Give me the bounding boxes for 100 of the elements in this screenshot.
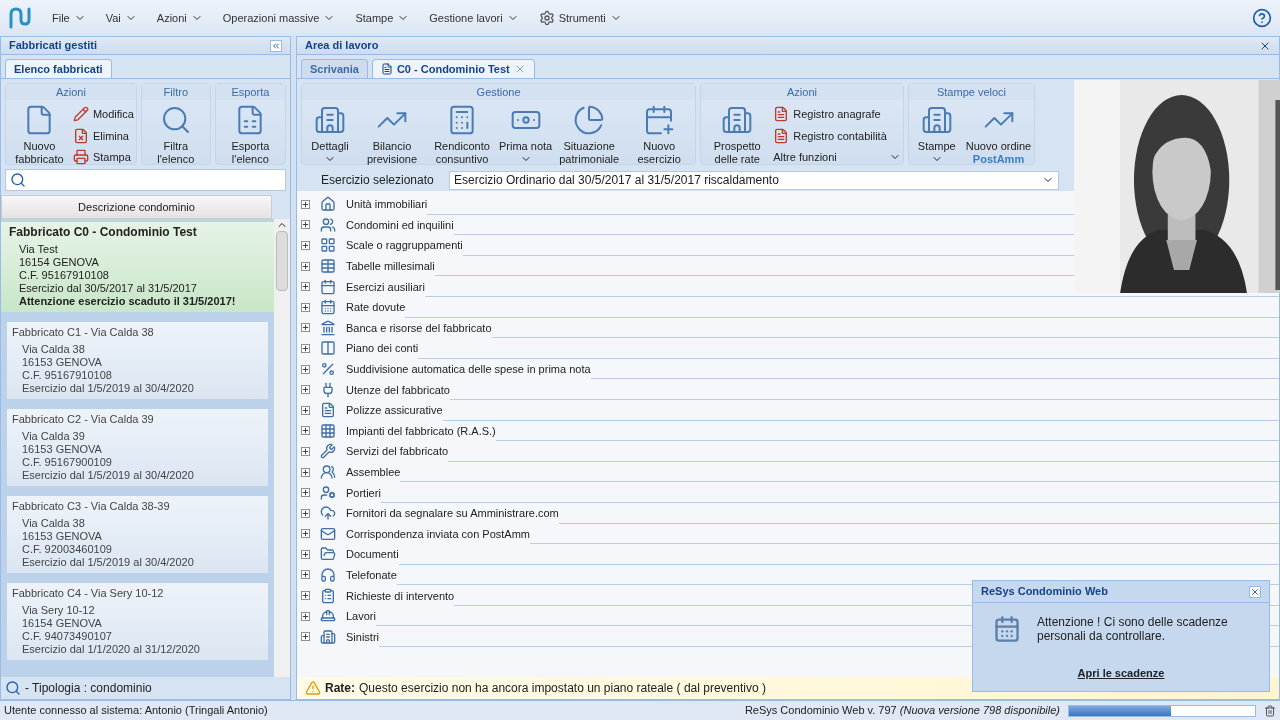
ribbon-button[interactable]: Stampe bbox=[910, 104, 963, 165]
tree-row[interactable]: Rate dovute bbox=[301, 298, 406, 317]
expand-icon[interactable] bbox=[301, 632, 310, 642]
collapse-icon[interactable] bbox=[270, 39, 282, 52]
menu-item[interactable]: Vai bbox=[97, 9, 145, 27]
ribbon-button[interactable]: Nuovo ordine PostAmm bbox=[964, 104, 1033, 166]
ribbon-button[interactable]: Esporta l'elenco bbox=[217, 104, 283, 166]
expand-icon[interactable] bbox=[301, 467, 310, 477]
tree-row[interactable]: Esercizi ausiliari bbox=[301, 277, 425, 296]
building-detail: 16154 GENOVA bbox=[21, 617, 103, 630]
ribbon-button[interactable]: Rendiconto consuntivo bbox=[428, 104, 496, 166]
menu-item[interactable]: Azioni bbox=[148, 9, 211, 27]
settings-icon bbox=[538, 10, 555, 26]
tree-row[interactable]: Richieste di intervento bbox=[301, 586, 455, 605]
ribbon-button[interactable]: Dettagli bbox=[304, 104, 356, 165]
tree-row[interactable]: Fornitori da segnalare su Amministrare.com bbox=[301, 504, 559, 523]
ribbon-button[interactable]: Nuovo fabbricato bbox=[8, 104, 71, 166]
expand-icon[interactable] bbox=[301, 323, 310, 333]
ribbon-small-button[interactable]: Stampa bbox=[72, 149, 134, 166]
scrollbar-thumb[interactable] bbox=[276, 231, 288, 291]
ribbon-button[interactable]: Nuovo esercizio bbox=[625, 104, 694, 166]
building-card[interactable]: Fabbricato C4 - Via Sery 10-12 Via Sery 10-12 16154 GENOVA C.F. 94073490107 Esercizio dal 1/1/2020 al 31/12/2020 bbox=[7, 583, 268, 660]
expand-icon[interactable] bbox=[301, 611, 310, 621]
tab[interactable]: C0 - Condominio Test bbox=[371, 59, 535, 78]
building-detail: C.F. 95167910108 bbox=[21, 369, 113, 382]
expand-icon[interactable] bbox=[301, 529, 310, 539]
expand-icon[interactable] bbox=[301, 364, 310, 374]
building-detail: Esercizio dal 1/5/2019 al 30/4/2020 bbox=[21, 556, 195, 569]
expand-icon[interactable] bbox=[301, 282, 310, 292]
expand-icon[interactable] bbox=[301, 591, 310, 601]
warning-text: Questo esercizio non ha ancora impostato un piano rateale ( dal preventivo ) bbox=[359, 680, 766, 697]
expand-icon[interactable] bbox=[301, 508, 310, 518]
popup-title: ReSys Condominio Web bbox=[981, 584, 1108, 600]
tab[interactable]: Elenco fabbricati bbox=[5, 59, 112, 78]
tree-row[interactable]: Tabelle millesimali bbox=[301, 257, 435, 276]
headset-icon bbox=[320, 567, 336, 583]
tree-row[interactable]: Servizi del fabbricato bbox=[301, 442, 449, 461]
expand-icon[interactable] bbox=[301, 220, 310, 230]
building-card[interactable]: Fabbricato C3 - Via Calda 38-39 Via Calda 38 16153 GENOVA C.F. 92003460109 Esercizio dal 1/5/2019 al 30/4/2020 bbox=[7, 496, 268, 573]
expand-icon[interactable] bbox=[301, 446, 310, 456]
menu-item[interactable]: Gestione lavori bbox=[421, 9, 527, 27]
tree-row[interactable]: Polizze assicurative bbox=[301, 401, 443, 420]
tree-row[interactable]: Sinistri bbox=[301, 627, 379, 646]
expand-icon[interactable] bbox=[301, 405, 310, 415]
expand-icon[interactable] bbox=[301, 385, 310, 395]
tree-row[interactable]: Condomini ed inquilini bbox=[301, 215, 454, 234]
expand-icon[interactable] bbox=[301, 549, 310, 559]
trash-icon[interactable] bbox=[1264, 704, 1276, 717]
search-field[interactable] bbox=[5, 169, 286, 191]
building-card[interactable]: Fabbricato C1 - Via Calda 38 Via Calda 38 16153 GENOVA C.F. 95167910108 Esercizio dal 1/5/2019 al 30/4/2020 bbox=[7, 322, 268, 399]
tree-row[interactable]: Scale o raggruppamenti bbox=[301, 236, 463, 255]
building-title: Fabbricato C4 - Via Sery 10-12 bbox=[12, 587, 165, 600]
ribbon-button[interactable]: Prima nota bbox=[498, 104, 554, 165]
expand-icon[interactable] bbox=[301, 261, 310, 271]
ribbon-small-button[interactable]: Modifica bbox=[72, 106, 134, 123]
scrollbar[interactable] bbox=[274, 219, 290, 677]
tree-row[interactable]: Suddivisione automatica delle spese in prima nota bbox=[301, 360, 591, 379]
building-card[interactable]: Fabbricato C2 - Via Calda 39 Via Calda 39 16153 GENOVA C.F. 95167900109 Esercizio dal 1/5/2019 al 30/4/2020 bbox=[7, 409, 268, 486]
expand-icon[interactable] bbox=[301, 570, 310, 580]
tree-row[interactable]: Telefonate bbox=[301, 566, 397, 584]
tree-row[interactable]: Banca e risorse del fabbricato bbox=[301, 318, 492, 337]
ribbon-button[interactable]: Situazione patrimoniale bbox=[555, 104, 624, 166]
exercise-select[interactable]: Esercizio Ordinario dal 30/5/2017 al 31/5/2017 riscaldamento bbox=[449, 170, 1059, 190]
open-deadlines-link[interactable]: Apri le scadenze bbox=[1077, 664, 1165, 681]
menu-item[interactable]: File bbox=[44, 9, 94, 27]
close-icon[interactable] bbox=[1249, 585, 1261, 598]
menu-item[interactable]: Strumenti bbox=[530, 9, 630, 27]
building-detail: Via Calda 38 bbox=[21, 343, 86, 356]
building-detail: Esercizio dal 1/1/2020 al 31/12/2020 bbox=[21, 643, 201, 656]
ribbon-button[interactable]: Prospetto delle rate bbox=[703, 104, 772, 166]
menu-item[interactable]: Stampe bbox=[347, 9, 418, 27]
tree-row[interactable]: Corrispondenza inviata con PostAmm bbox=[301, 524, 531, 543]
expand-icon[interactable] bbox=[301, 488, 310, 498]
table-icon bbox=[320, 258, 336, 275]
expand-icon[interactable] bbox=[301, 241, 310, 250]
tree-row[interactable]: Impianti del fabbricato (R.A.S.) bbox=[301, 421, 496, 440]
building-card[interactable]: Fabbricato C0 - Condominio Test Via Test 16154 GENOVA C.F. 95167910108 Esercizio dal 30/5/2017 al 31/5/2017 Attenzione esercizio scaduto il 31/5/2017! bbox=[1, 222, 274, 312]
ribbon-small-button[interactable]: Elimina bbox=[72, 127, 134, 144]
group-title: Esporta bbox=[215, 84, 285, 100]
ribbon-small-button[interactable]: Registro anagrafe bbox=[773, 106, 901, 123]
tree-row[interactable]: Documenti bbox=[301, 545, 399, 564]
tab[interactable]: Scrivania bbox=[301, 59, 368, 78]
menu-item[interactable]: Operazioni massive bbox=[214, 9, 344, 27]
tree-row[interactable]: Utenze del fabbricato bbox=[301, 380, 450, 399]
tree-row[interactable]: Lavori bbox=[301, 607, 376, 626]
help-icon[interactable] bbox=[1252, 8, 1272, 28]
column-header[interactable]: Descrizione condominio bbox=[1, 195, 272, 219]
tree-row[interactable]: Assemblee bbox=[301, 463, 401, 481]
expand-icon[interactable] bbox=[301, 199, 310, 209]
popup-message: Attenzione ! Ci sono delle scadenze personali da controllare. bbox=[1037, 615, 1229, 643]
ribbon-small-button[interactable]: Registro contabilità bbox=[773, 127, 901, 144]
tree-row[interactable]: Piano dei conti bbox=[301, 339, 419, 358]
tree-row[interactable]: Portieri bbox=[301, 483, 381, 502]
expand-icon[interactable] bbox=[301, 426, 310, 436]
ribbon-button[interactable]: Bilancio previsione bbox=[358, 104, 426, 166]
expand-icon[interactable] bbox=[301, 343, 310, 353]
expand-icon[interactable] bbox=[301, 302, 310, 312]
ribbon-button[interactable]: Filtra l'elenco bbox=[143, 104, 208, 166]
ribbon-small-button[interactable]: Altre funzioni bbox=[773, 149, 901, 166]
tree-row[interactable]: Unità immobiliari bbox=[301, 195, 428, 214]
